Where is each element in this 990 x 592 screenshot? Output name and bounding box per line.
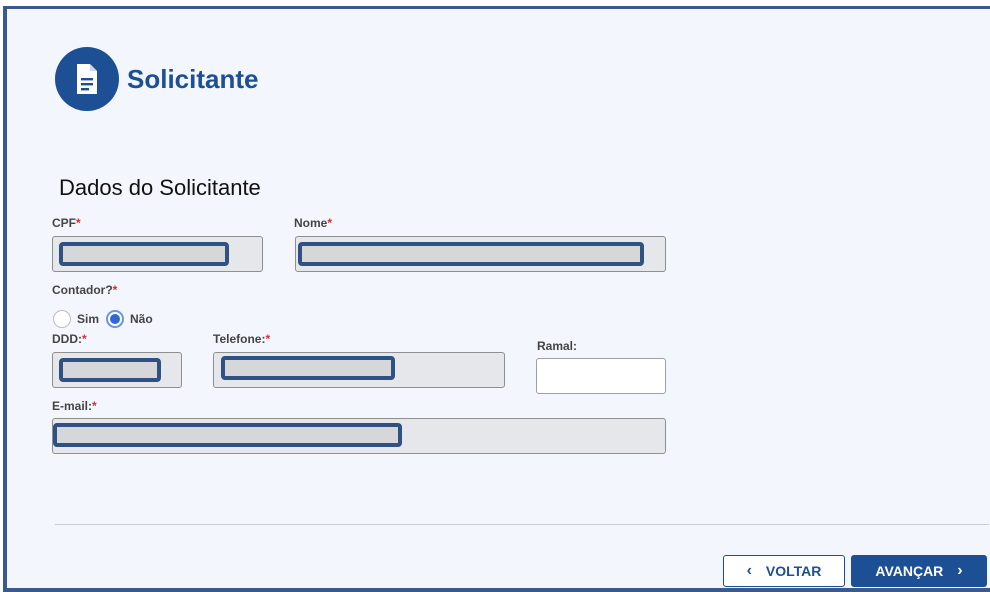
redaction-box [298,242,644,266]
required-marker: * [76,216,81,230]
section-title: Dados do Solicitante [59,175,261,200]
email-field[interactable] [52,418,666,454]
chevron-left-icon: ‹ [746,562,752,579]
page-title: Solicitante [127,64,259,94]
cpf-field[interactable] [52,236,263,272]
telefone-label-text: Telefone: [213,332,266,346]
nome-field[interactable] [295,236,666,272]
radio-nao[interactable] [106,310,125,328]
header-badge [55,47,119,111]
next-button[interactable]: AVANÇAR › [851,555,987,587]
nome-label-text: Nome [294,216,328,230]
telefone-field[interactable] [213,352,505,388]
email-label: E-mail:* [52,399,97,413]
divider [55,524,989,525]
back-button[interactable]: ‹ VOLTAR [723,555,845,587]
cpf-label-text: CPF [52,216,76,230]
nome-label: Nome* [294,216,332,230]
required-marker: * [92,399,97,413]
ramal-field[interactable] [536,358,666,394]
contador-radio-group: Sim Não [53,308,160,330]
radio-sim[interactable] [53,310,71,328]
required-marker: * [112,283,118,297]
redaction-box [59,242,229,266]
contador-label: Contador?* [52,283,117,297]
ddd-field[interactable] [52,352,182,388]
document-icon [77,64,97,94]
redaction-box [59,358,161,382]
form-panel: Solicitante Dados do Solicitante CPF* No… [3,6,990,592]
back-button-label: VOLTAR [765,563,822,579]
radio-nao-label: Não [130,312,153,326]
contador-label-text: Contador? [52,283,113,297]
next-button-label: AVANÇAR [875,563,944,579]
cpf-label: CPF* [52,216,81,230]
telefone-label: Telefone:* [213,332,270,346]
redaction-box [53,423,402,447]
ddd-label: DDD:* [52,332,87,346]
redaction-box [221,356,395,380]
ramal-label: Ramal: [537,339,578,353]
required-marker: * [82,332,87,346]
ddd-label-text: DDD: [52,332,82,346]
required-marker: * [327,216,333,230]
required-marker: * [265,332,271,346]
chevron-right-icon: › [957,562,963,579]
radio-sim-label: Sim [77,312,100,326]
email-label-text: E-mail: [52,399,93,413]
